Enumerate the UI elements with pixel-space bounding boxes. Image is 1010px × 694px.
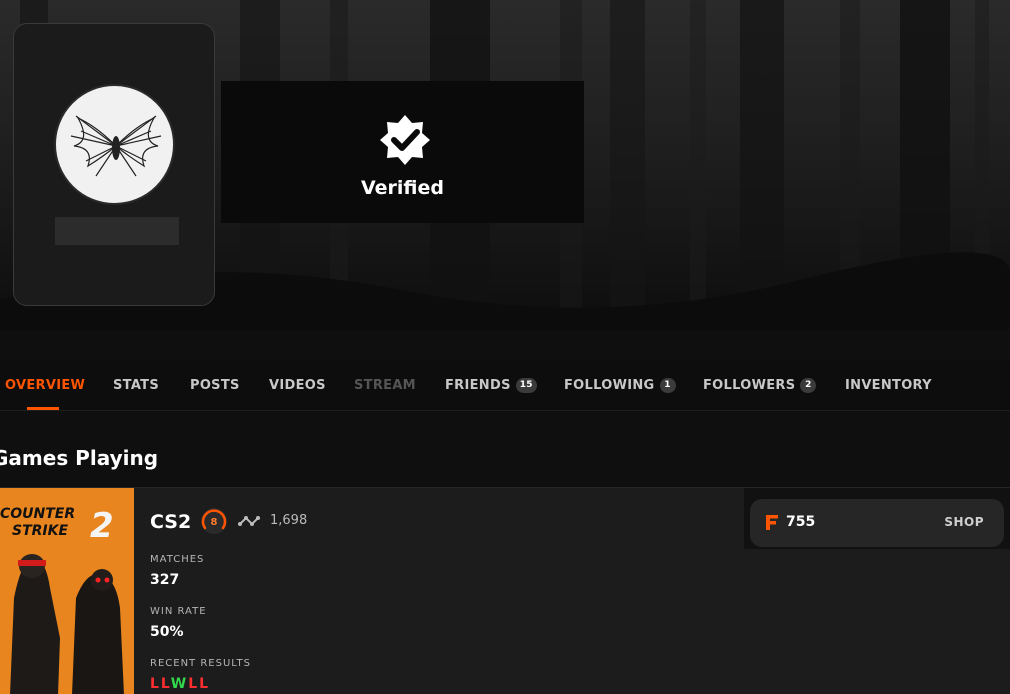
tab-overview[interactable]: OVERVIEW: [5, 378, 85, 393]
tab-following[interactable]: FOLLOWING 1: [564, 378, 676, 393]
tab-stream[interactable]: STREAM: [354, 378, 416, 393]
games-section-title: Games Playing: [0, 446, 159, 470]
points-card: 755 SHOP: [750, 499, 1004, 547]
tab-videos[interactable]: VIDEOS: [269, 378, 326, 393]
cover-title: COUNTER STRIKE: [0, 506, 75, 540]
result-loss: L: [199, 676, 211, 692]
butterfly-icon: [70, 115, 162, 177]
game-card-cs2: COUNTER STRIKE 2 CS2 8 1,698 MATCHES 327…: [0, 487, 1010, 694]
result-win: W: [170, 676, 189, 692]
username-placeholder: [55, 217, 179, 245]
tab-label: STATS: [113, 378, 160, 393]
tab-label: FOLLOWERS: [703, 378, 796, 393]
tab-label: FRIENDS: [445, 378, 511, 393]
tab-stats[interactable]: STATS: [113, 378, 159, 393]
matches-value: 327: [150, 572, 180, 588]
verified-label: Verified: [360, 177, 444, 199]
cover-number: 2: [90, 506, 114, 546]
skill-level-value: 8: [211, 517, 218, 528]
verified-panel: Verified: [221, 81, 584, 223]
matches-label: MATCHES: [150, 554, 205, 565]
following-count-badge: 1: [659, 378, 676, 393]
game-name[interactable]: CS2: [150, 511, 191, 533]
profile-card: [13, 23, 215, 306]
verified-badge-icon: [380, 115, 430, 165]
result-loss: L: [188, 676, 200, 692]
points-value: 755: [786, 514, 816, 530]
cover-title-line1: COUNTER: [0, 506, 76, 522]
tab-label: STREAM: [354, 378, 416, 393]
tab-label: POSTS: [190, 378, 240, 393]
shop-button[interactable]: SHOP: [944, 515, 984, 529]
followers-count-badge: 2: [800, 378, 817, 393]
tab-label: FOLLOWING: [564, 378, 655, 393]
win-rate-label: WIN RATE: [150, 606, 207, 617]
tab-label: INVENTORY: [845, 378, 932, 393]
result-loss: L: [150, 676, 161, 692]
elo-icon: [238, 516, 260, 526]
recent-results-label: RECENT RESULTS: [150, 658, 251, 669]
avatar[interactable]: [54, 84, 175, 205]
friends-count-badge: 15: [515, 378, 537, 393]
tab-followers[interactable]: FOLLOWERS 2: [703, 378, 817, 393]
active-tab-indicator: [27, 407, 59, 410]
profile-nav: OVERVIEW STATS POSTS VIDEOS STREAM FRIEN…: [0, 360, 1010, 411]
cover-title-line2: STRIKE: [12, 523, 69, 539]
win-rate-value: 50%: [150, 624, 184, 640]
tab-friends[interactable]: FRIENDS 15: [445, 378, 537, 393]
game-cover-image[interactable]: COUNTER STRIKE 2: [0, 488, 134, 694]
shop-panel: 755 SHOP: [744, 488, 1010, 549]
tab-posts[interactable]: POSTS: [190, 378, 240, 393]
skill-level-icon: 8: [201, 508, 227, 534]
recent-results: LLWLL: [150, 676, 210, 692]
tab-label: VIDEOS: [269, 378, 326, 393]
tab-label: OVERVIEW: [5, 378, 86, 393]
tab-inventory[interactable]: INVENTORY: [845, 378, 932, 393]
result-loss: L: [160, 676, 171, 692]
points-currency-icon: [766, 515, 778, 530]
elo-value: 1,698: [270, 513, 308, 528]
